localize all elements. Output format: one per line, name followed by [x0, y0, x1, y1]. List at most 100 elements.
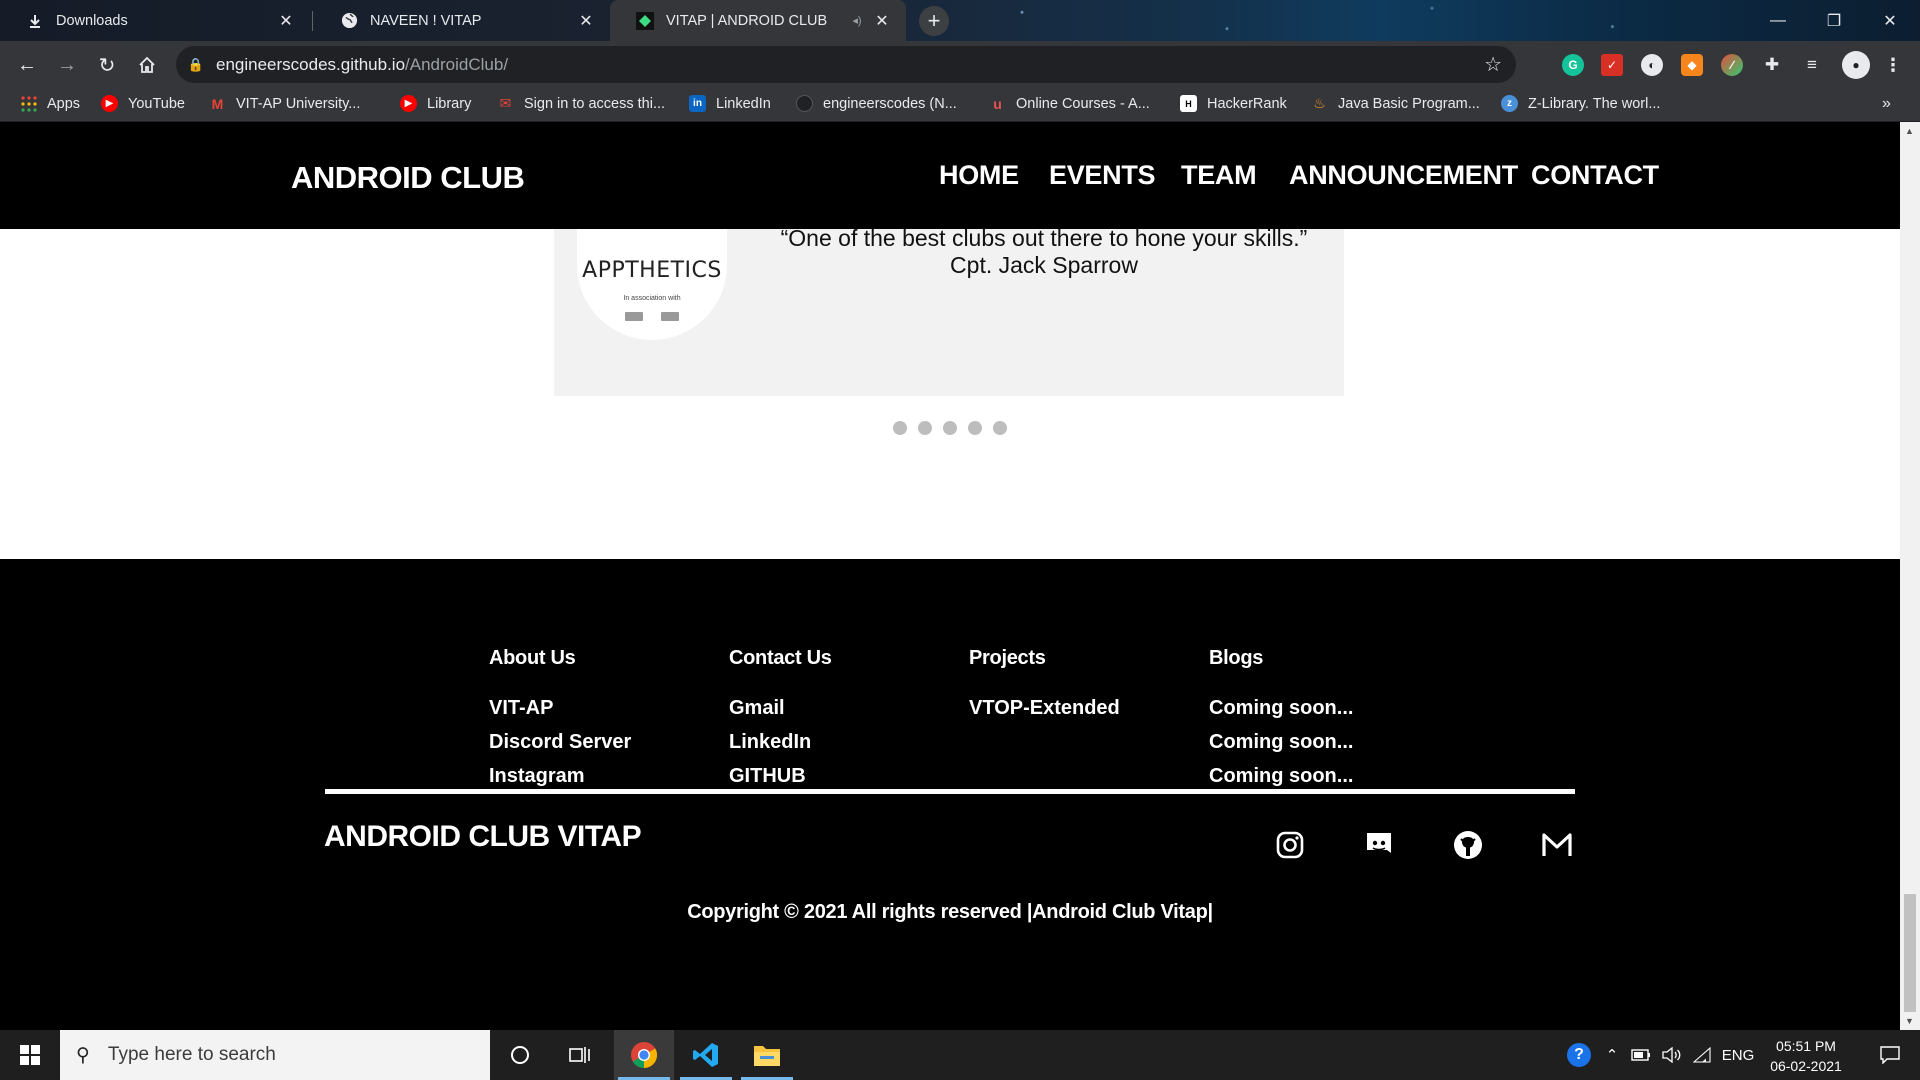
task-view-icon — [569, 1047, 590, 1063]
close-window-button[interactable]: ✕ — [1862, 0, 1918, 41]
footer-link[interactable]: VIT-AP — [489, 691, 631, 725]
footer-link[interactable]: VTOP-Extended — [969, 691, 1120, 725]
footer-link[interactable]: LinkedIn — [729, 725, 832, 759]
partner-logos — [625, 312, 679, 321]
menu-kebab-icon[interactable]: ⋮ — [1882, 54, 1904, 76]
carousel-dot[interactable] — [943, 421, 957, 435]
bookmark-java[interactable]: ♨ Java Basic Program... — [1311, 95, 1480, 112]
tab-downloads[interactable]: Downloads ✕ — [0, 0, 310, 41]
reload-button[interactable]: ↻ — [91, 49, 123, 81]
clock-time: 05:51 PM — [1776, 1038, 1836, 1054]
bookmark-star-icon[interactable]: ☆ — [1484, 52, 1502, 77]
extension-circle-icon[interactable]: ◐ — [1641, 54, 1663, 76]
footer-heading: Contact Us — [729, 647, 832, 669]
carousel-dot[interactable] — [893, 421, 907, 435]
bookmark-hackerrank[interactable]: H HackerRank — [1180, 95, 1287, 112]
taskbar-file-explorer[interactable] — [737, 1030, 797, 1080]
action-center-button[interactable] — [1862, 1030, 1918, 1080]
close-icon[interactable]: ✕ — [576, 11, 596, 31]
chevron-double-right-icon: » — [1882, 95, 1891, 112]
address-bar[interactable]: 🔒 engineerscodes.github.io /AndroidClub/… — [176, 46, 1516, 83]
minimize-button[interactable]: — — [1750, 0, 1806, 41]
footer-link[interactable]: Discord Server — [489, 725, 631, 759]
footer-link[interactable]: Instagram — [489, 759, 631, 793]
footer-divider — [325, 789, 1575, 794]
java-icon: ♨ — [1313, 95, 1326, 111]
media-controls-icon[interactable]: ≡ — [1801, 54, 1823, 76]
restore-icon: ❐ — [1826, 12, 1842, 30]
bookmark-apps[interactable]: Apps — [20, 95, 80, 112]
tab-naveen-vitap[interactable]: NAVEEN ! VITAP ✕ — [314, 0, 610, 41]
footer-column-projects: Projects VTOP-Extended — [969, 647, 1120, 725]
profile-avatar[interactable]: ● — [1842, 51, 1870, 79]
task-view-button[interactable] — [550, 1030, 610, 1080]
footer-link[interactable]: Coming soon... — [1209, 691, 1353, 725]
footer-link[interactable]: Coming soon... — [1209, 759, 1353, 793]
scroll-up-icon[interactable]: ▲ — [1905, 126, 1914, 136]
nav-team[interactable]: TEAM — [1181, 160, 1257, 191]
back-button[interactable]: ← — [11, 49, 43, 81]
footer-link[interactable]: GITHUB — [729, 759, 832, 793]
language-indicator[interactable]: ENG — [1718, 1030, 1758, 1080]
bookmark-youtube[interactable]: ▶ YouTube — [101, 95, 185, 112]
bookmark-linkedin[interactable]: in LinkedIn — [689, 95, 771, 112]
pdf-extension-icon[interactable]: ✓ — [1601, 54, 1623, 76]
cortana-button[interactable] — [490, 1030, 550, 1080]
carousel-dot[interactable] — [918, 421, 932, 435]
taskbar-search-box[interactable]: ⚲ Type here to search — [60, 1030, 490, 1080]
bookmark-vitap[interactable]: M VIT-AP University... — [209, 95, 361, 112]
restore-button[interactable]: ❐ — [1806, 0, 1862, 41]
footer-link[interactable]: Gmail — [729, 691, 832, 725]
new-tab-button[interactable]: + — [919, 6, 949, 36]
nav-contact[interactable]: CONTACT — [1531, 160, 1659, 191]
discord-icon[interactable] — [1363, 829, 1395, 861]
audio-playing-icon[interactable]: ◂) — [848, 12, 866, 30]
extensions-puzzle-icon[interactable]: ✚ — [1761, 54, 1783, 76]
url-host: engineerscodes.github.io — [216, 54, 406, 74]
bookmarks-bar: Apps ▶ YouTube M VIT-AP University... ▶ … — [0, 88, 1920, 122]
battery-icon[interactable] — [1628, 1030, 1654, 1080]
forward-button[interactable]: → — [51, 49, 83, 81]
tab-android-club[interactable]: VITAP | ANDROID CLUB ◂) ✕ — [610, 0, 906, 41]
chevron-up-icon: ⌃ — [1605, 1047, 1619, 1064]
page-scrollbar[interactable]: ▲ ▼ — [1900, 122, 1920, 1030]
grammarly-icon[interactable]: G — [1562, 54, 1584, 76]
wifi-icon[interactable] — [1688, 1030, 1716, 1080]
help-tray-icon[interactable]: ? — [1560, 1030, 1598, 1080]
taskbar-clock[interactable]: 05:51 PM 06-02-2021 — [1756, 1036, 1856, 1076]
instagram-icon[interactable] — [1274, 829, 1306, 861]
bookmark-sign-in[interactable]: ✉ Sign in to access thi... — [497, 95, 665, 112]
bookmark-library[interactable]: ▶ Library — [400, 95, 471, 112]
carousel-dot[interactable] — [993, 421, 1007, 435]
bookmark-label: Library — [427, 95, 472, 112]
bookmark-udemy[interactable]: u Online Courses - A... — [989, 95, 1150, 112]
carousel-dot[interactable] — [968, 421, 982, 435]
nav-announcement[interactable]: ANNOUNCEMENT — [1289, 160, 1518, 191]
bookmark-zlibrary[interactable]: z Z-Library. The worl... — [1501, 95, 1660, 112]
testimonial-quote: “One of the best clubs out there to hone… — [780, 225, 1308, 278]
taskbar-vscode[interactable] — [676, 1030, 736, 1080]
scrollbar-thumb[interactable] — [1904, 894, 1916, 1012]
volume-icon[interactable] — [1657, 1030, 1685, 1080]
start-button[interactable] — [0, 1030, 60, 1080]
site-brand[interactable]: ANDROID CLUB — [291, 160, 525, 196]
lock-icon[interactable]: 🔒 — [176, 57, 216, 73]
metamask-icon[interactable]: ◆ — [1681, 54, 1703, 76]
tab-title: Downloads — [56, 12, 128, 29]
bookmark-github[interactable]: engineerscodes (N... — [796, 95, 957, 112]
cortana-icon — [511, 1046, 529, 1064]
close-icon[interactable]: ✕ — [276, 11, 296, 31]
taskbar-chrome[interactable] — [614, 1030, 674, 1080]
color-extension-icon[interactable]: ∕ — [1721, 54, 1743, 76]
github-icon[interactable] — [1452, 829, 1484, 861]
footer-link[interactable]: Coming soon... — [1209, 725, 1353, 759]
bookmarks-overflow-button[interactable]: » — [1882, 95, 1891, 113]
home-button[interactable] — [131, 49, 163, 81]
show-hidden-icons-button[interactable]: ⌃ — [1600, 1030, 1624, 1080]
nav-events[interactable]: EVENTS — [1049, 160, 1156, 191]
gmail-icon[interactable] — [1541, 829, 1573, 861]
nav-home[interactable]: HOME — [939, 160, 1019, 191]
bookmark-label: Online Courses - A... — [1016, 95, 1150, 112]
scroll-down-icon[interactable]: ▼ — [1905, 1016, 1914, 1026]
close-icon[interactable]: ✕ — [872, 11, 892, 31]
